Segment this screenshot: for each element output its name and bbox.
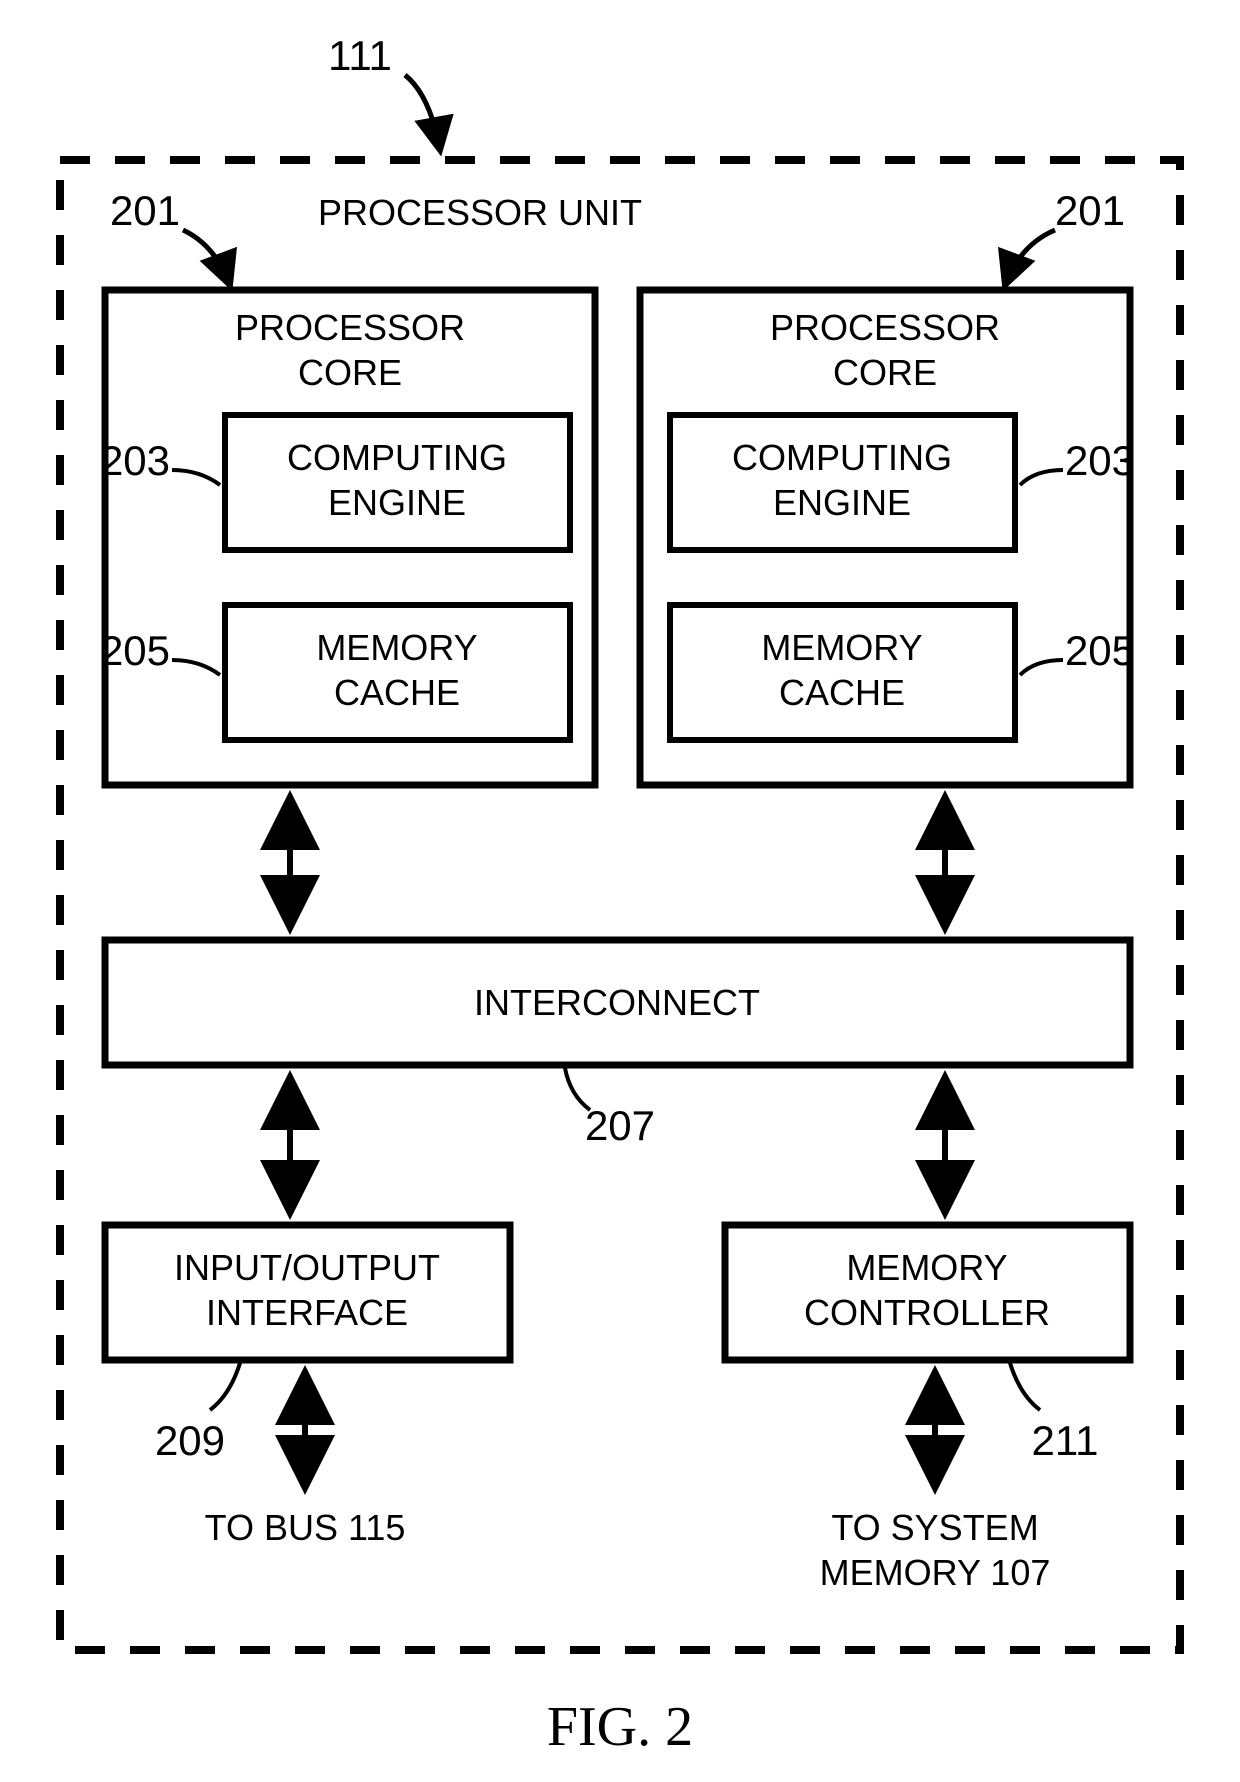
leader-211 [1010,1363,1040,1410]
leader-203-right [1020,470,1063,485]
core-right-l2: CORE [833,352,937,393]
leader-209 [210,1363,240,1410]
ref-111: 111 [328,32,392,79]
ref-201-left: 201 [110,187,180,234]
figure-label: FIG. 2 [547,1696,693,1758]
to-sys-l1: TO SYSTEM [831,1507,1038,1548]
ref-209: 209 [155,1417,225,1464]
ref-203-right: 203 [1065,437,1135,484]
ref-207: 207 [585,1102,655,1149]
leader-201-right [1005,230,1055,285]
leader-111 [405,75,440,150]
leader-201-left [183,230,230,285]
processor-unit-box [60,160,1180,1650]
io-l2: INTERFACE [206,1292,408,1333]
leader-203-left [172,470,220,485]
leader-205-right [1020,660,1063,675]
diagram-canvas: 111 PROCESSOR UNIT 201 201 PROCESSOR COR… [0,0,1240,1782]
core-right-l1: PROCESSOR [770,307,1000,348]
cache-left-l1: MEMORY [316,627,477,668]
unit-title: PROCESSOR UNIT [318,192,642,233]
cache-left-l2: CACHE [334,672,460,713]
ref-201-right: 201 [1055,187,1125,234]
ref-203-left: 203 [100,437,170,484]
leader-205-left [172,660,220,675]
engine-right-l2: ENGINE [773,482,911,523]
interconnect-label: INTERCONNECT [474,982,760,1023]
cache-right-l2: CACHE [779,672,905,713]
ref-211: 211 [1032,1417,1099,1464]
core-left-l1: PROCESSOR [235,307,465,348]
engine-left-l1: COMPUTING [287,437,507,478]
to-sys-l2: MEMORY 107 [820,1552,1051,1593]
cache-right-l1: MEMORY [761,627,922,668]
io-l1: INPUT/OUTPUT [174,1247,440,1288]
mem-l1: MEMORY [846,1247,1007,1288]
engine-left-l2: ENGINE [328,482,466,523]
core-left-l2: CORE [298,352,402,393]
to-bus: TO BUS 115 [205,1507,406,1548]
ref-205-right: 205 [1065,627,1135,674]
ref-205-left: 205 [100,627,170,674]
engine-right-l1: COMPUTING [732,437,952,478]
mem-l2: CONTROLLER [804,1292,1050,1333]
